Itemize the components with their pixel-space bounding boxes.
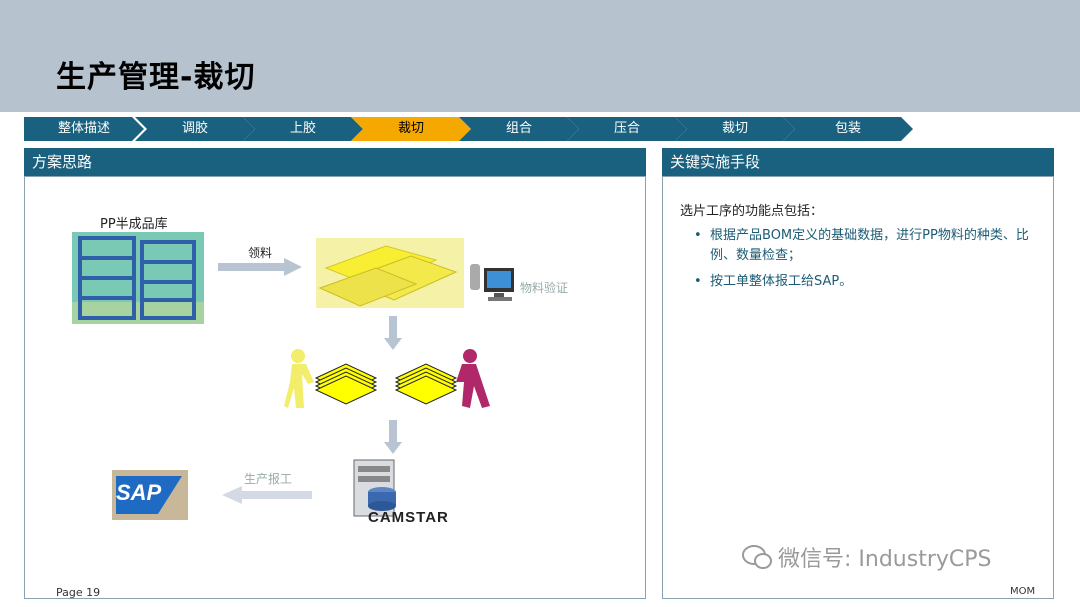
sap-logo-text: SAP (116, 480, 162, 505)
step-gluing[interactable]: 上胶 (243, 117, 363, 141)
warehouse-label: PP半成品库 (100, 217, 168, 232)
step-label: 组合 (505, 121, 532, 136)
right-intro: 选片工序的功能点包括： (680, 204, 824, 219)
step-overview[interactable]: 整体描述 (24, 117, 144, 141)
bullet-item: • 根据产品BOM定义的基础数据，进行PP物料的种类、比例、数量检查； (694, 226, 1039, 266)
step-assembly[interactable]: 组合 (459, 117, 579, 141)
wechat-watermark: 微信号: IndustryCPS (742, 541, 992, 573)
arrow-down-icon (384, 420, 402, 454)
step-packaging[interactable]: 包装 (783, 117, 913, 141)
watermark-text: 微信号: IndustryCPS (778, 547, 992, 572)
page-title: 生产管理-裁切 (56, 60, 256, 95)
step-cutting-2[interactable]: 裁切 (675, 117, 795, 141)
arrow-right-icon (218, 258, 302, 276)
wechat-icon (742, 545, 772, 569)
step-label: 调胶 (181, 121, 208, 136)
bullet-text: 根据产品BOM定义的基础数据，进行PP物料的种类、比例、数量检查； (710, 228, 1029, 263)
step-cutting-active[interactable]: 裁切 (351, 117, 471, 141)
left-panel-header: 方案思路 (24, 148, 646, 176)
bullet-item: • 按工单整体报工给SAP。 (694, 272, 1039, 292)
production-report-label: 生产报工 (244, 472, 293, 486)
step-pressing[interactable]: 压合 (567, 117, 687, 141)
process-steps: 整体描述 调胶 上胶 裁切 组合 压合 裁切 包装 (24, 117, 914, 141)
arrow-left-icon (222, 486, 312, 504)
material-verify-label: 物料验证 (520, 281, 569, 295)
bullet-dot-icon: • (694, 228, 702, 243)
pp-sheets-image (316, 238, 464, 308)
camstar-logo: CAMSTAR (368, 509, 449, 526)
scanner-computer-icon (470, 264, 514, 301)
footer-tag: MOM (1010, 586, 1036, 597)
step-label: 裁切 (721, 121, 748, 136)
bullet-dot-icon: • (694, 274, 702, 289)
page-number: Page 19 (56, 586, 101, 599)
step-mixing[interactable]: 调胶 (135, 117, 255, 141)
step-label: 上胶 (289, 121, 316, 136)
bullet-text: 按工单整体报工给SAP。 (710, 274, 853, 289)
step-label: 压合 (613, 121, 640, 136)
step-label: 裁切 (397, 121, 424, 136)
warehouse-shelf-image (72, 232, 204, 324)
right-panel-header: 关键实施手段 (662, 148, 1054, 176)
arrow-down-icon (384, 316, 402, 350)
step-label: 整体描述 (57, 121, 110, 136)
step-label: 包装 (834, 121, 861, 136)
workers-carrying-icon (284, 349, 490, 408)
